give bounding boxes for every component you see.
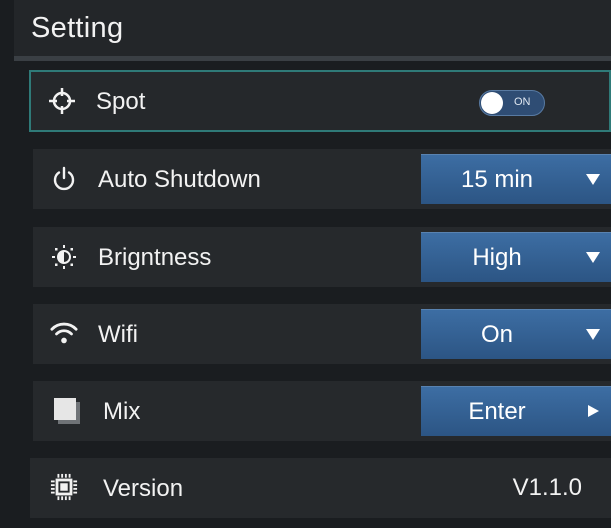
brightness-icon (50, 243, 78, 271)
setting-label-brightness: Brigntness (98, 244, 212, 271)
settings-screen: Setting Spot ON Auto Shutdown 15 min Bri… (0, 0, 611, 528)
mix-enter-button[interactable]: Enter (421, 386, 611, 436)
auto-shutdown-dropdown[interactable]: 15 min (421, 154, 611, 204)
spot-toggle[interactable]: ON (479, 90, 545, 116)
caret-down-icon (583, 247, 603, 267)
version-value: V1.1.0 (512, 474, 582, 501)
setting-row-brightness: Brigntness High (33, 227, 611, 287)
mix-value: Enter (468, 398, 526, 425)
wifi-value: On (480, 321, 513, 348)
brightness-value: High (472, 244, 522, 271)
setting-label-wifi: Wifi (98, 321, 138, 348)
auto-shutdown-value: 15 min (460, 166, 534, 193)
wifi-icon (50, 319, 78, 347)
wifi-dropdown[interactable]: On (421, 309, 611, 359)
setting-label-version: Version (103, 475, 184, 502)
brightness-dropdown[interactable]: High (421, 232, 611, 282)
setting-row-version: Version V1.1.0 (30, 458, 611, 518)
crosshair-icon (48, 87, 76, 115)
setting-row-mix: Mix Enter (33, 381, 611, 441)
setting-label-spot: Spot (96, 88, 146, 115)
setting-row-wifi: Wifi On (33, 304, 611, 364)
header-bar: Setting (14, 0, 611, 56)
toggle-knob (481, 92, 503, 114)
setting-row-auto-shutdown: Auto Shutdown 15 min (33, 149, 611, 209)
setting-row-spot[interactable]: Spot ON (29, 70, 611, 132)
chip-icon (50, 473, 78, 501)
header-divider (14, 56, 611, 61)
caret-down-icon (583, 169, 603, 189)
caret-right-icon (583, 401, 603, 421)
toggle-state-text: ON (514, 96, 531, 108)
setting-label-mix: Mix (103, 398, 141, 425)
caret-down-icon (583, 324, 603, 344)
power-icon (50, 165, 78, 193)
setting-label-auto-shutdown: Auto Shutdown (98, 166, 261, 193)
page-title: Setting (31, 12, 124, 44)
mix-square-icon (53, 397, 81, 425)
